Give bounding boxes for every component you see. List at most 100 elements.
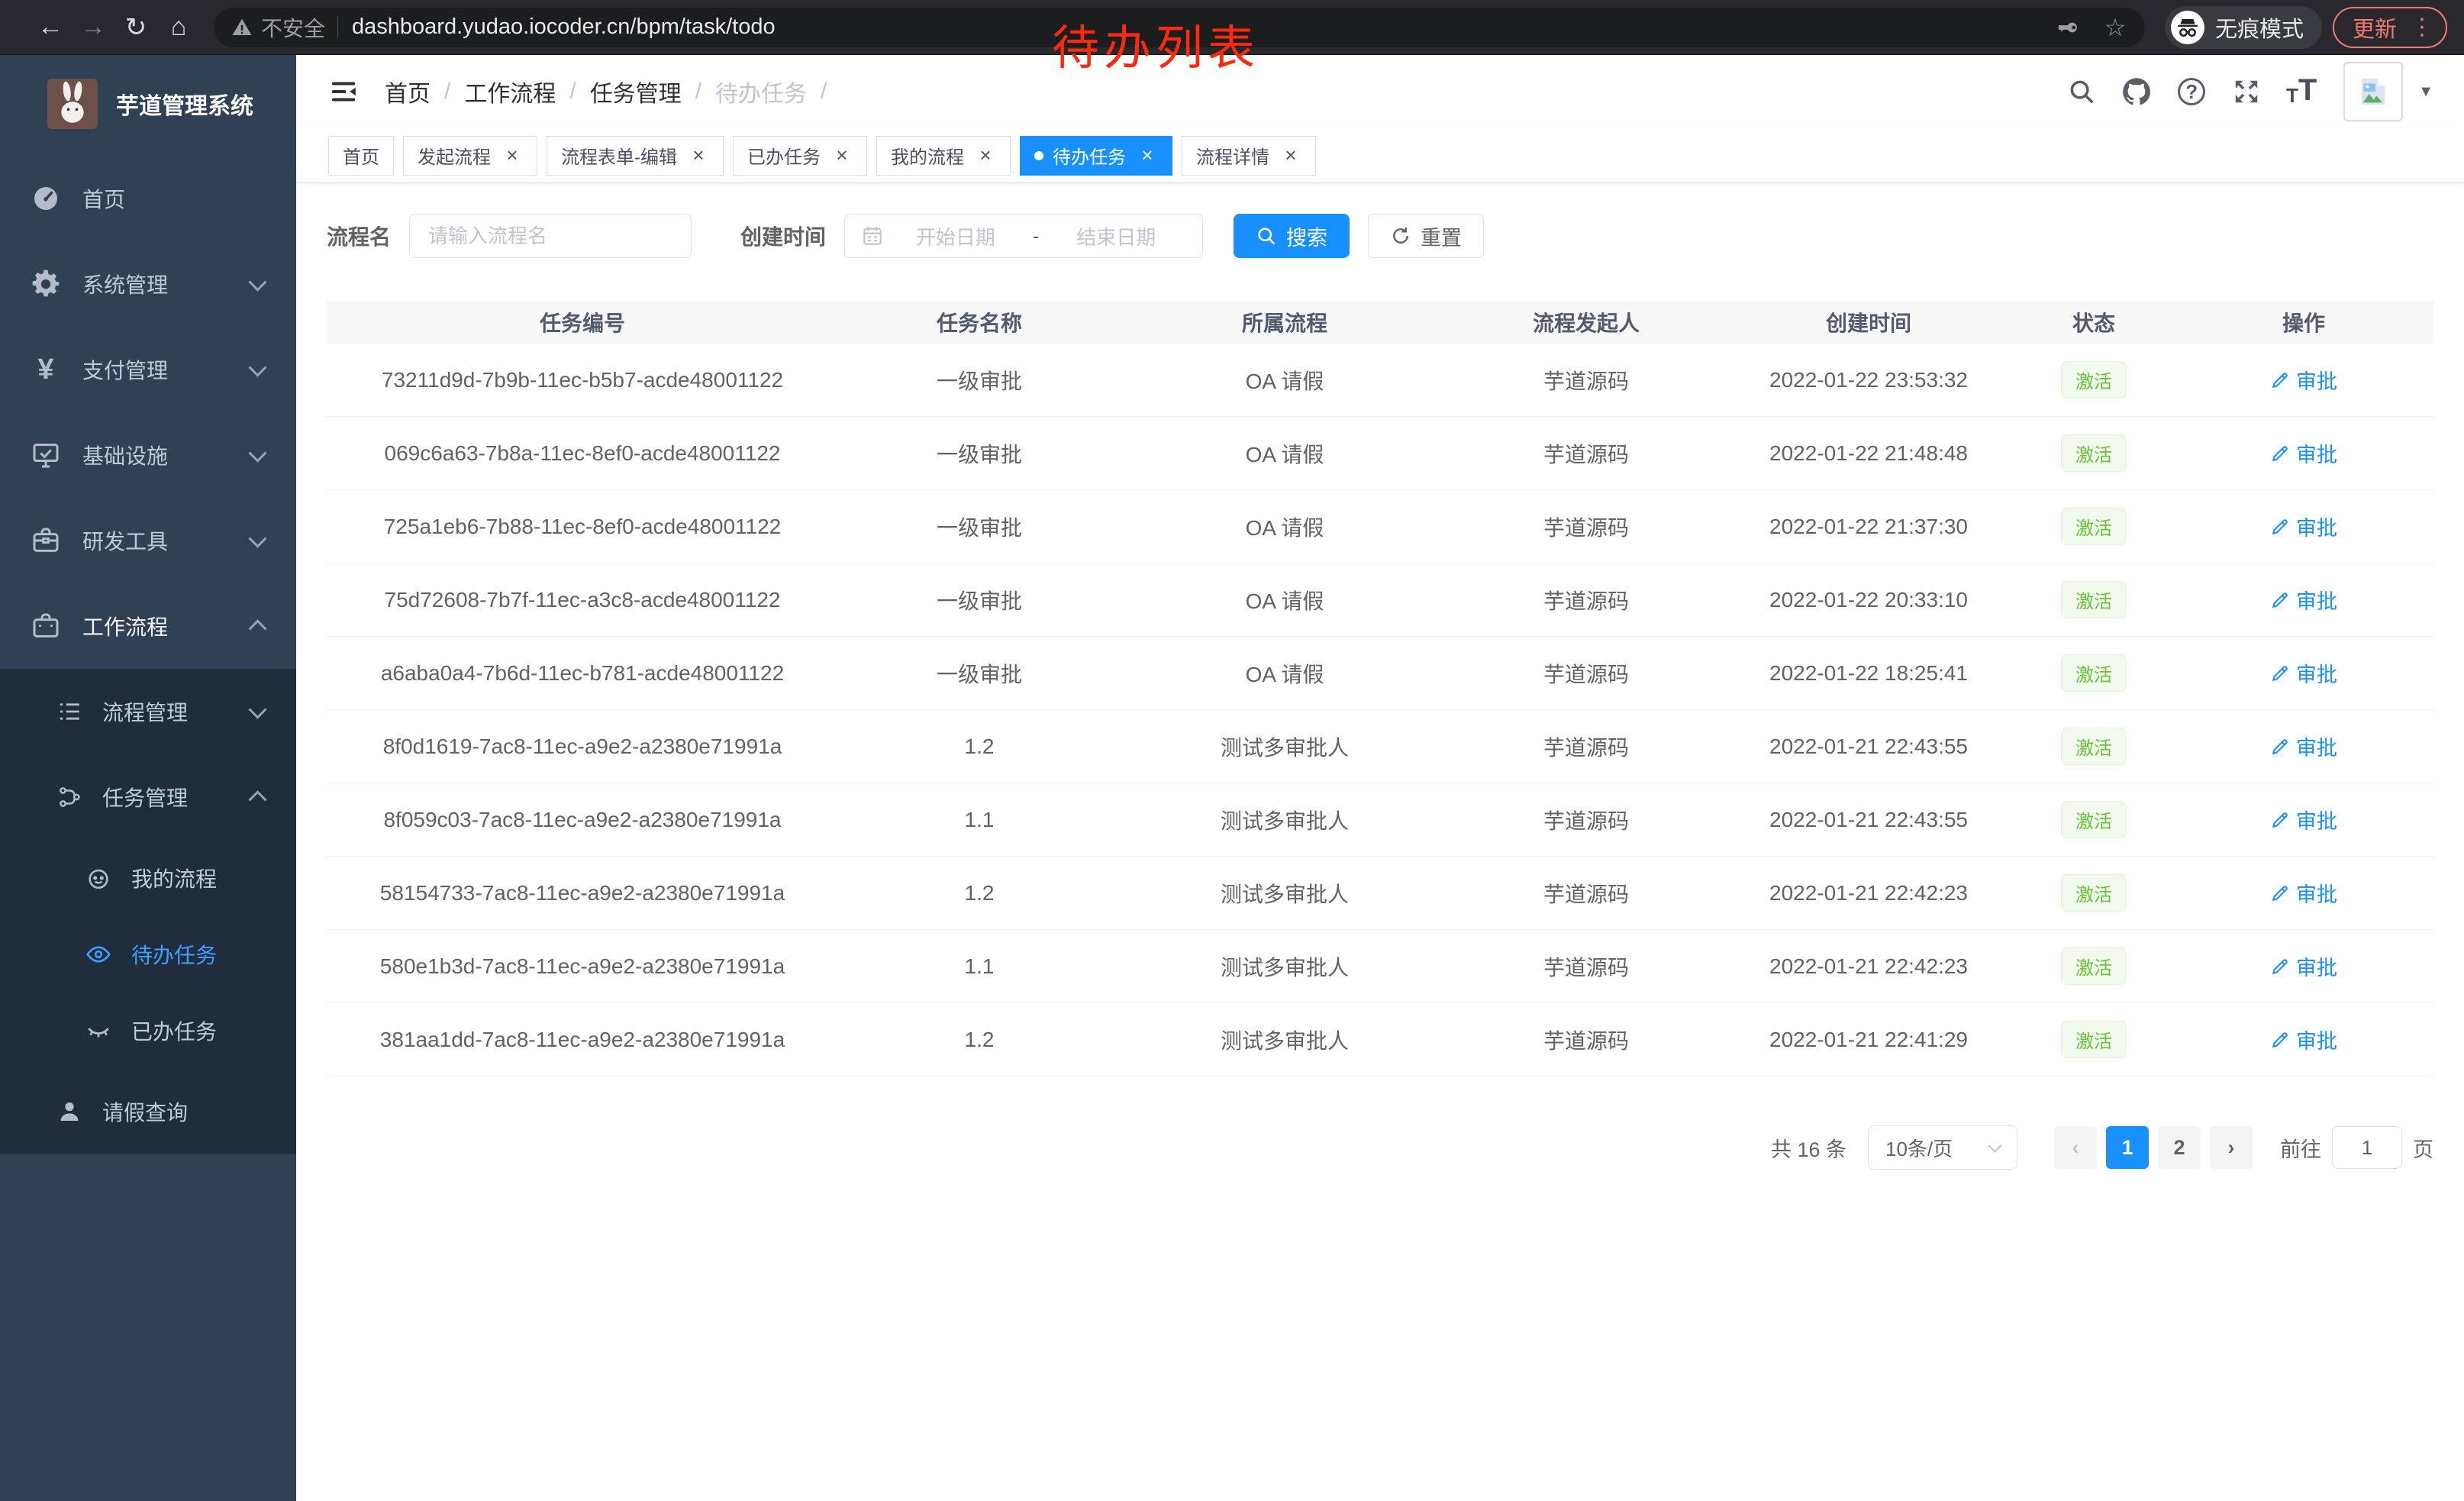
sidebar-item-payment[interactable]: ¥ 支付管理	[0, 327, 296, 412]
breadcrumb-label[interactable]: 待办任务	[715, 75, 807, 108]
approve-link[interactable]: 审批	[2270, 878, 2337, 908]
help-icon[interactable]: ?	[2175, 76, 2208, 108]
sidebar-item-done-tasks[interactable]: 已办任务	[0, 993, 296, 1069]
goto-page-input[interactable]	[2332, 1126, 2402, 1169]
sidebar-item-my-process[interactable]: 我的流程	[0, 840, 296, 916]
gear-icon	[31, 269, 61, 299]
password-key-icon[interactable]	[2056, 15, 2082, 40]
next-page-button[interactable]: ›	[2210, 1126, 2253, 1169]
tab[interactable]: 已办任务 ×	[733, 136, 867, 176]
sidebar-item-label: 系统管理	[82, 269, 251, 299]
browser-forward-icon[interactable]: →	[72, 12, 114, 42]
url-text[interactable]: dashboard.yudao.iocoder.cn/bpm/task/todo	[352, 15, 776, 40]
reset-button[interactable]: 重置	[1368, 214, 1484, 258]
approve-link[interactable]: 审批	[2270, 658, 2337, 688]
process-name-input[interactable]	[409, 214, 692, 258]
font-size-icon[interactable]: TT	[2285, 76, 2317, 108]
tab-close-icon[interactable]: ×	[502, 145, 523, 166]
sidebar-item-home[interactable]: 首页	[0, 156, 296, 241]
security-warning-icon[interactable]	[231, 16, 253, 39]
sidebar-collapse-icon[interactable]	[328, 76, 359, 107]
breadcrumb-label[interactable]: 工作流程	[464, 75, 556, 108]
tab[interactable]: 发起流程 ×	[403, 136, 537, 176]
breadcrumb-label[interactable]: 任务管理	[590, 75, 682, 108]
search-icon[interactable]	[2066, 76, 2098, 108]
approve-link[interactable]: 审批	[2270, 951, 2337, 981]
browser-home-icon[interactable]: ⌂	[157, 12, 200, 42]
process-cell: 测试多审批人	[1121, 1003, 1449, 1076]
tab[interactable]: 流程表单-编辑 ×	[547, 136, 724, 176]
edit-icon	[2270, 590, 2290, 610]
column-header: 操作	[2174, 301, 2433, 344]
goto-label: 前往	[2280, 1133, 2321, 1163]
browser-back-icon[interactable]: ←	[29, 12, 72, 42]
bookmark-star-icon[interactable]: ☆	[2102, 15, 2128, 40]
sidebar-item-dev-tools[interactable]: 研发工具	[0, 498, 296, 583]
browser-menu-dots-icon[interactable]: ⋮	[2411, 16, 2433, 39]
approve-label: 审批	[2296, 731, 2337, 761]
browser-reload-icon[interactable]: ↻	[114, 12, 157, 43]
task-name-cell: 一级审批	[838, 490, 1121, 563]
task-name-cell: 一级审批	[838, 637, 1121, 709]
task-name-cell: 一级审批	[838, 344, 1121, 416]
table-row: 580e1b3d-7ac8-11ec-a9e2-a2380e71991a 1.1…	[327, 930, 2433, 1003]
app-title: 芋道管理系统	[116, 87, 253, 121]
search-button[interactable]: 搜索	[1234, 214, 1350, 258]
incognito-label: 无痕模式	[2215, 11, 2304, 44]
search-button-icon	[1256, 225, 1277, 247]
breadcrumb-separator: /	[695, 79, 701, 105]
github-icon[interactable]	[2121, 76, 2153, 108]
sidebar-item-process-mgmt[interactable]: 流程管理	[0, 669, 296, 754]
page-button-2[interactable]: 2	[2158, 1126, 2201, 1169]
table-row: 8f0d1619-7ac8-11ec-a9e2-a2380e71991a 1.2…	[327, 710, 2433, 783]
approve-link[interactable]: 审批	[2270, 731, 2337, 761]
start-date-placeholder[interactable]: 开始日期	[885, 222, 1027, 250]
breadcrumb: 首页 / 工作流程 / 任务管理 / 待办任务 /	[385, 75, 840, 108]
tab[interactable]: 流程详情 ×	[1182, 136, 1316, 176]
tab[interactable]: 首页	[328, 136, 394, 176]
process-cell: OA 请假	[1121, 637, 1449, 709]
approve-link[interactable]: 审批	[2270, 1025, 2337, 1054]
app-logo[interactable]: 芋道管理系统	[0, 55, 296, 133]
task-name-cell: 1.1	[838, 930, 1121, 1002]
tab-close-icon[interactable]: ×	[688, 145, 709, 166]
sidebar-item-label: 研发工具	[82, 525, 251, 556]
sidebar-item-task-mgmt[interactable]: 任务管理	[0, 754, 296, 840]
page-size-select[interactable]: 10条/页	[1868, 1125, 2017, 1170]
annotation-text: 待办列表	[1052, 9, 1259, 78]
breadcrumb-label[interactable]: 首页	[385, 75, 431, 108]
date-range-picker[interactable]: 开始日期 - 结束日期	[844, 214, 1203, 258]
security-label[interactable]: 不安全	[261, 12, 325, 43]
tab[interactable]: 我的流程 ×	[876, 136, 1011, 176]
approve-link[interactable]: 审批	[2270, 512, 2337, 541]
sidebar-item-leave-query[interactable]: 请假查询	[0, 1069, 296, 1154]
browser-update-button[interactable]: 更新 ⋮	[2333, 7, 2447, 48]
tab-close-icon[interactable]: ×	[831, 145, 853, 166]
sidebar-item-workflow[interactable]: 工作流程	[0, 583, 296, 669]
status-badge: 激活	[2061, 361, 2127, 399]
tab-close-icon[interactable]: ×	[1280, 145, 1301, 166]
starter-cell: 芋道源码	[1449, 857, 1724, 929]
avatar-caret-icon[interactable]: ▼	[2418, 83, 2433, 101]
task-id-cell: 069c6a63-7b8a-11ec-8ef0-acde48001122	[327, 417, 838, 489]
approve-link[interactable]: 审批	[2270, 365, 2337, 395]
approve-link[interactable]: 审批	[2270, 585, 2337, 615]
fullscreen-icon[interactable]	[2230, 76, 2262, 108]
sidebar-item-infra[interactable]: 基础设施	[0, 412, 296, 498]
prev-page-button[interactable]: ‹	[2054, 1126, 2097, 1169]
starter-cell: 芋道源码	[1449, 637, 1724, 709]
approve-link[interactable]: 审批	[2270, 805, 2337, 834]
status-badge: 激活	[2061, 1021, 2127, 1058]
end-date-placeholder[interactable]: 结束日期	[1045, 222, 1187, 250]
sidebar-item-system[interactable]: 系统管理	[0, 241, 296, 327]
tab-close-icon[interactable]: ×	[1137, 145, 1158, 166]
approve-link[interactable]: 审批	[2270, 438, 2337, 468]
tab-close-icon[interactable]: ×	[975, 145, 996, 166]
update-label[interactable]: 更新	[2353, 11, 2397, 44]
chevron-up-icon	[248, 619, 266, 638]
flow-tree-icon	[56, 784, 82, 810]
sidebar-item-todo-tasks[interactable]: 待办任务	[0, 916, 296, 993]
page-button-1[interactable]: 1	[2106, 1126, 2149, 1169]
tab[interactable]: 待办任务 ×	[1020, 136, 1172, 176]
avatar[interactable]	[2343, 62, 2403, 121]
